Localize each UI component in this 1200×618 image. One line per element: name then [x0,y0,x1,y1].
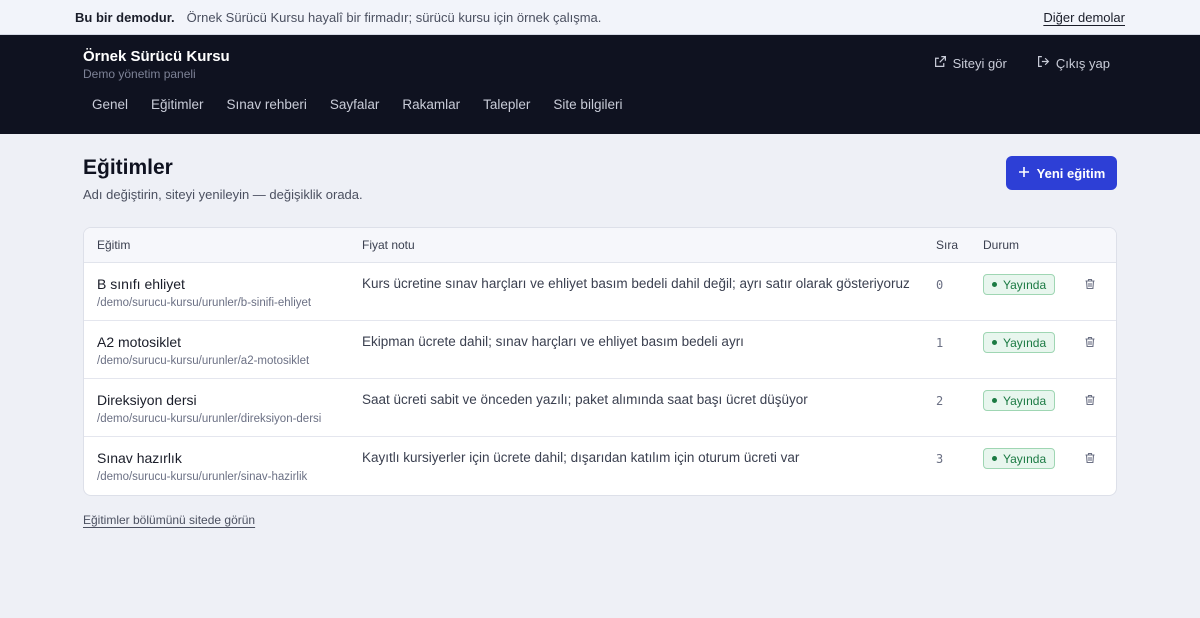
order-value: 2 [936,394,944,408]
trash-icon[interactable] [1084,336,1096,351]
new-course-button[interactable]: Yeni eğitim [1006,156,1117,190]
page-header: Eğitimler Adı değiştirin, siteyi yeniley… [83,134,1117,227]
nav-item-rakamlar[interactable]: Rakamlar [402,97,460,112]
nav-item-sinav-rehberi[interactable]: Sınav rehberi [227,97,307,112]
column-header-status: Durum [983,238,1020,252]
brand-subtitle: Demo yönetim paneli [83,67,196,81]
brand-title: Örnek Sürücü Kursu [83,48,230,65]
table-row[interactable]: A2 motosiklet /demo/surucu-kursu/urunler… [84,321,1116,379]
courses-table: Eğitim Fiyat notu Sıra Durum B sınıfı eh… [83,227,1117,496]
status-badge: Yayında [983,332,1056,353]
nav-item-site-bilgileri[interactable]: Site bilgileri [553,97,622,112]
table-row[interactable]: B sınıfı ehliyet /demo/surucu-kursu/urun… [84,263,1116,321]
status-label: Yayında [1003,335,1047,350]
order-value: 1 [936,336,944,350]
nav-item-talepler[interactable]: Talepler [483,97,530,112]
status-label: Yayında [1003,277,1047,292]
status-label: Yayında [1003,393,1047,408]
status-dot [992,340,997,345]
table-header: Eğitim Fiyat notu Sıra Durum [84,228,1116,263]
course-path: /demo/surucu-kursu/urunler/direksiyon-de… [97,413,322,425]
demo-banner-label: Bu bir demodur. [75,9,175,25]
demo-banner: Bu bir demodur. Örnek Sürücü Kursu hayal… [0,0,1200,35]
external-link-icon [934,55,947,71]
view-site-button[interactable]: Siteyi gör [934,55,1007,71]
course-path: /demo/surucu-kursu/urunler/b-sinifi-ehli… [97,297,312,309]
status-label: Yayında [1003,451,1047,466]
status-dot [992,456,997,461]
nav-actions: Siteyi gör Çıkış yap [934,55,1110,71]
status-dot [992,282,997,287]
status-dot [992,398,997,403]
view-section-on-site-link[interactable]: Eğitimler bölümünü sitede görün [83,513,255,527]
page-title: Eğitimler [83,156,173,179]
plus-icon [1018,166,1030,181]
price-note: Kurs ücretine sınav harçları ve ehliyet … [362,276,910,291]
course-name[interactable]: B sınıfı ehliyet [97,276,185,292]
status-badge: Yayında [983,274,1056,295]
new-course-label: Yeni eğitim [1036,165,1106,181]
column-header-note: Fiyat notu [362,238,415,252]
main-content: Eğitimler Adı değiştirin, siteyi yeniley… [0,134,1200,527]
table-row[interactable]: Sınav hazırlık /demo/surucu-kursu/urunle… [84,437,1116,495]
order-value: 3 [936,452,944,466]
course-path: /demo/surucu-kursu/urunler/a2-motosiklet [97,355,310,367]
column-header-name: Eğitim [97,238,131,252]
logout-label: Çıkış yap [1055,55,1110,71]
nav-item-egitimler[interactable]: Eğitimler [151,97,204,112]
demo-banner-text: Örnek Sürücü Kursu hayalî bir firmadır; … [186,9,602,25]
course-name[interactable]: Sınav hazırlık [97,450,182,466]
status-badge: Yayında [983,448,1056,469]
price-note: Saat ücreti sabit ve önceden yazılı; pak… [362,392,808,407]
page-subtitle: Adı değiştirin, siteyi yenileyin — değiş… [83,187,363,202]
table-row[interactable]: Direksiyon dersi /demo/surucu-kursu/urun… [84,379,1116,437]
course-name[interactable]: Direksiyon dersi [97,392,197,408]
price-note: Kayıtlı kursiyerler için ücrete dahil; d… [362,450,800,465]
logout-icon [1037,55,1050,71]
trash-icon[interactable] [1084,452,1096,467]
price-note: Ekipman ücrete dahil; sınav harçları ve … [362,334,744,349]
nav-item-genel[interactable]: Genel [92,97,128,112]
main-nav: Genel Eğitimler Sınav rehberi Sayfalar R… [92,97,622,112]
other-demos-link[interactable]: Diğer demolar [1043,10,1125,25]
trash-icon[interactable] [1084,278,1096,293]
view-site-label: Siteyi gör [952,55,1007,71]
brand: Örnek Sürücü Kursu Demo yönetim paneli [83,48,230,81]
status-badge: Yayında [983,390,1056,411]
top-navigation: Örnek Sürücü Kursu Demo yönetim paneli S… [0,35,1200,134]
course-path: /demo/surucu-kursu/urunler/sinav-hazirli… [97,471,308,483]
course-name[interactable]: A2 motosiklet [97,334,181,350]
column-header-order: Sıra [936,238,959,252]
trash-icon[interactable] [1084,394,1096,409]
nav-item-sayfalar[interactable]: Sayfalar [330,97,380,112]
logout-button[interactable]: Çıkış yap [1037,55,1110,71]
order-value: 0 [936,278,944,292]
